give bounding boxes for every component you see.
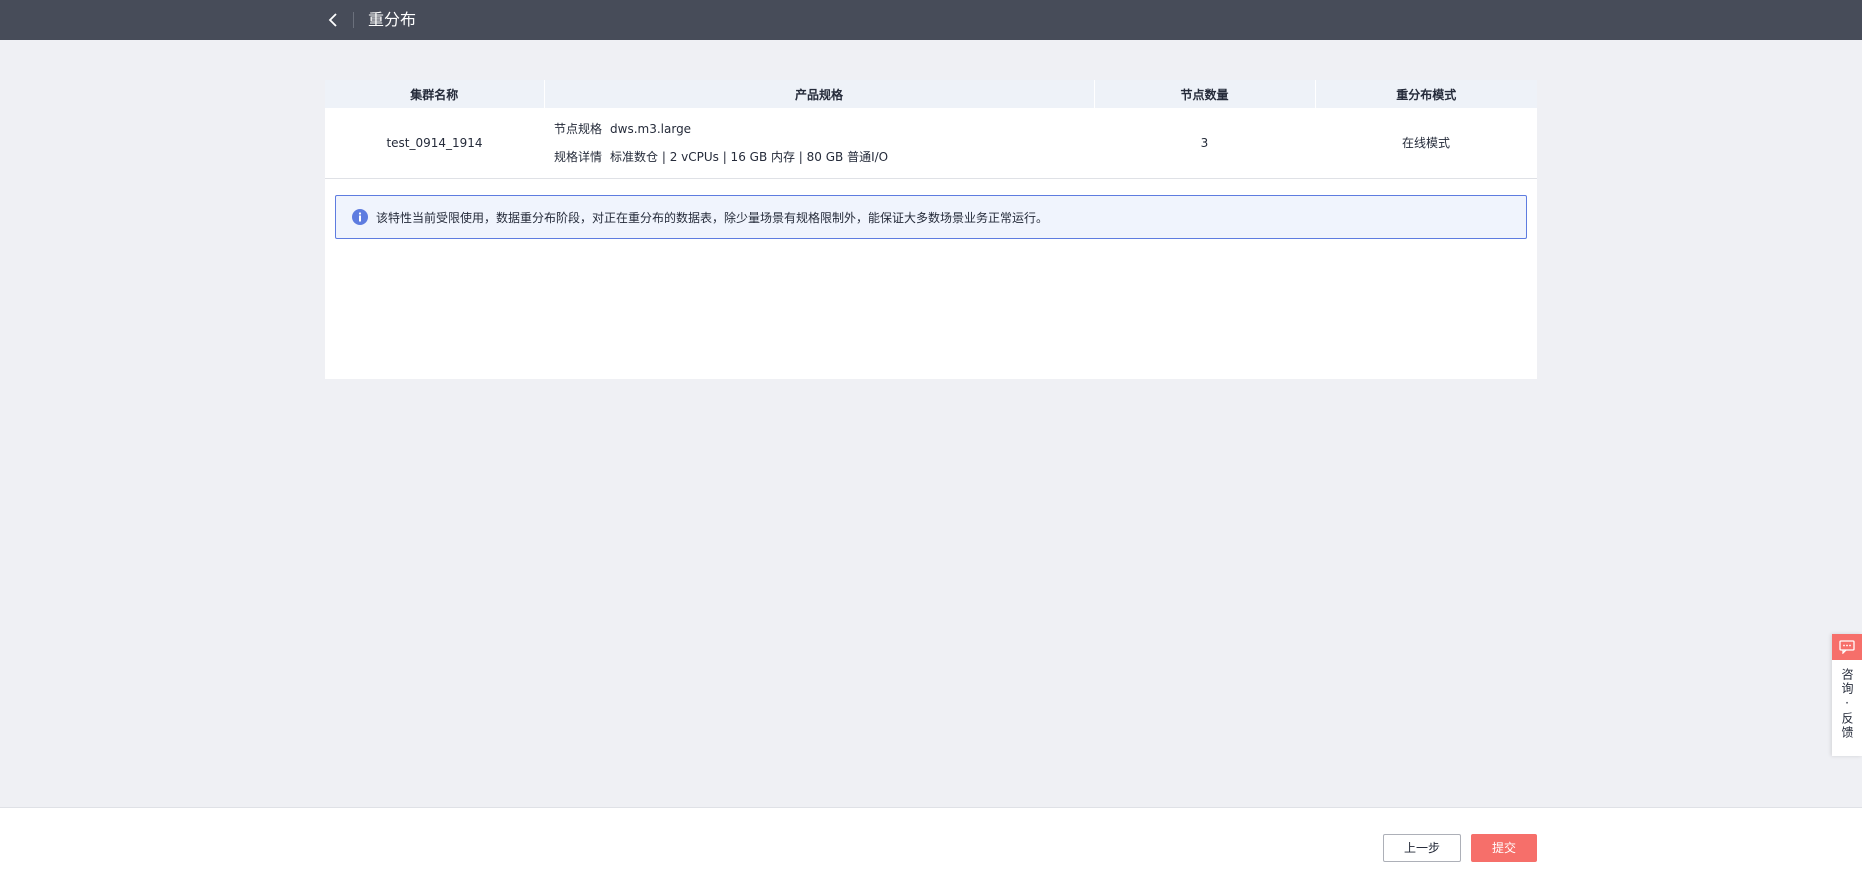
spec-detail-label: 规格详情 [554,149,603,164]
info-notice: 该特性当前受限使用，数据重分布阶段，对正在重分布的数据表，除少量场景有规格限制外… [335,195,1527,239]
product-spec-cell: 节点规格 dws.m3.large 规格详情 标准数仓 | 2 vCPUs | 16… [544,108,1094,179]
spec-table: 集群名称 产品规格 节点数量 重分布模式 test_0914_1914 节点规格… [325,80,1537,179]
column-header-node-count: 节点数量 [1094,80,1316,108]
column-header-redistribution-mode: 重分布模式 [1315,80,1537,108]
chevron-left-icon [328,13,337,27]
feedback-tab[interactable]: 咨询·反馈 [1832,634,1862,756]
top-bar: 重分布 [0,0,1862,40]
submit-button[interactable]: 提交 [1471,834,1537,862]
spec-flavor-line: 节点规格 dws.m3.large [554,115,1094,143]
redistribution-mode-cell: 在线模式 [1315,108,1537,179]
feedback-label: 咨询·反馈 [1840,668,1854,740]
spec-flavor-label: 节点规格 [554,121,603,136]
footer-bar: 上一步 提交 [0,807,1862,887]
info-icon [352,209,368,225]
table-header-row: 集群名称 产品规格 节点数量 重分布模式 [325,80,1537,108]
table-row: test_0914_1914 节点规格 dws.m3.large 规格详情 标准数仓… [325,108,1537,179]
column-header-cluster-name: 集群名称 [325,80,545,108]
previous-step-button[interactable]: 上一步 [1383,834,1461,862]
spec-detail-line: 规格详情 标准数仓 | 2 vCPUs | 16 GB 内存 | 80 GB 普通… [554,143,1094,171]
spec-card: 集群名称 产品规格 节点数量 重分布模式 test_0914_1914 节点规格… [325,80,1537,379]
header-divider [353,12,354,28]
back-button[interactable] [323,10,343,30]
chat-icon [1832,634,1862,660]
spec-flavor-value: dws.m3.large [610,121,692,136]
cluster-name-cell: test_0914_1914 [325,108,544,179]
page-title: 重分布 [368,10,417,29]
node-count-cell: 3 [1094,108,1315,179]
notice-text: 该特性当前受限使用，数据重分布阶段，对正在重分布的数据表，除少量场景有规格限制外… [376,210,1049,225]
spec-detail-value: 标准数仓 | 2 vCPUs | 16 GB 内存 | 80 GB 普通I/O [610,149,889,164]
column-header-product-spec: 产品规格 [544,80,1095,108]
